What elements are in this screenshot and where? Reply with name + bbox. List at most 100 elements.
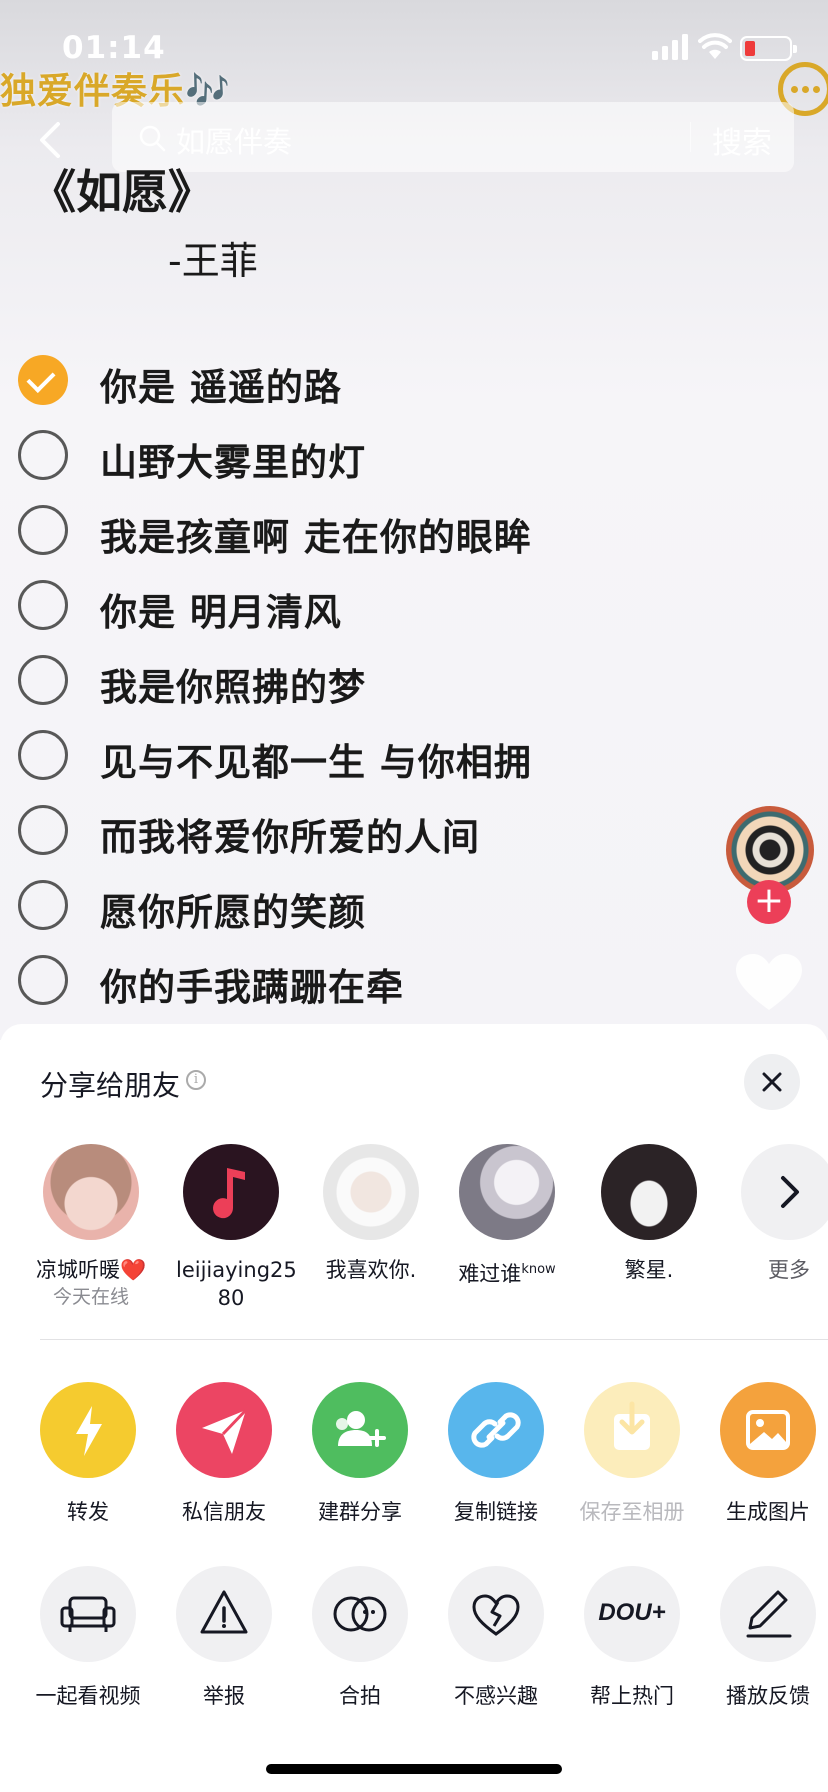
- unchecked-circle-icon: [18, 880, 68, 930]
- lyric-text: 见与不见都一生 与你相拥: [100, 741, 532, 784]
- action-label: 建群分享: [318, 1500, 402, 1524]
- action-label: 复制链接: [454, 1500, 538, 1524]
- friend-item[interactable]: 我喜欢你.: [316, 1144, 426, 1284]
- close-icon[interactable]: [744, 1054, 800, 1110]
- action-label: 生成图片: [726, 1500, 810, 1524]
- artist-name: -王菲: [168, 239, 258, 283]
- video-background: 独爱伴奏乐🎶 如愿伴奏 搜索 《如愿》 -王菲 你是 遥遥的路 山野大雾里的灯 …: [0, 0, 828, 1040]
- action-label: 不感兴趣: [454, 1684, 538, 1708]
- direct-message-button[interactable]: 私信朋友: [164, 1382, 284, 1526]
- dou-plus-button[interactable]: DOU+ 帮上热门: [572, 1566, 692, 1710]
- lyric-line: 你的手我蹒跚在牵: [18, 949, 738, 1009]
- unchecked-circle-icon: [18, 505, 68, 555]
- friend-item[interactable]: leijiaying25 80: [176, 1144, 297, 1312]
- lyric-text: 我是孩童啊 走在你的眼眸: [100, 516, 532, 559]
- action-label: 播放反馈: [726, 1684, 810, 1708]
- friend-status: 今天在线: [52, 1286, 129, 1308]
- lyric-line: 你是 明月清风: [18, 574, 738, 634]
- action-label: 帮上热门: [590, 1684, 674, 1708]
- action-label: 私信朋友: [182, 1500, 266, 1524]
- generate-image-button[interactable]: 生成图片: [708, 1382, 828, 1526]
- edit-icon: [720, 1566, 816, 1662]
- search-icon: [139, 125, 166, 152]
- search-placeholder: 如愿伴奏: [176, 125, 293, 159]
- lyric-text: 我是你照拂的梦: [100, 666, 366, 709]
- status-time: 01:14: [62, 30, 166, 66]
- like-heart-icon[interactable]: [734, 952, 804, 1014]
- group-add-icon: [312, 1382, 408, 1478]
- not-interested-button[interactable]: 不感兴趣: [436, 1566, 556, 1710]
- copy-link-button[interactable]: 复制链接: [436, 1382, 556, 1526]
- signal-icon: [652, 34, 688, 60]
- lyric-line: 你是 遥遥的路: [18, 349, 738, 409]
- more-friends-button[interactable]: 更多: [734, 1144, 828, 1284]
- link-icon: [448, 1382, 544, 1478]
- wifi-icon: [698, 33, 732, 59]
- unchecked-circle-icon: [18, 580, 68, 630]
- song-title: 《如愿》: [30, 165, 214, 219]
- divider: [40, 1339, 828, 1340]
- unchecked-circle-icon: [18, 655, 68, 705]
- friend-name-cont: 80: [217, 1286, 245, 1310]
- lyric-text: 山野大雾里的灯: [100, 441, 366, 484]
- friend-item[interactable]: 凉城听暖❤️ 今天在线: [36, 1144, 146, 1310]
- warning-icon: [176, 1566, 272, 1662]
- lyric-line: 我是孩童啊 走在你的眼眸: [18, 499, 738, 559]
- dou-plus-icon: DOU+: [584, 1566, 680, 1662]
- lyric-line: 山野大雾里的灯: [18, 424, 738, 484]
- friend-name: 繁星.: [624, 1258, 674, 1282]
- watch-together-button[interactable]: 一起看视频: [28, 1566, 148, 1710]
- status-bar: 01:14: [0, 0, 828, 90]
- action-label: 一起看视频: [35, 1684, 141, 1708]
- duet-icon: [312, 1566, 408, 1662]
- more-label: 更多: [768, 1258, 810, 1282]
- lightning-icon: [40, 1382, 136, 1478]
- forward-button[interactable]: 转发: [28, 1382, 148, 1526]
- battery-icon: [740, 36, 797, 61]
- duet-button[interactable]: 合拍: [300, 1566, 420, 1710]
- friend-item[interactable]: 难过谁know: [452, 1144, 562, 1288]
- lyric-text: 你是 明月清风: [100, 591, 342, 634]
- unchecked-circle-icon: [18, 730, 68, 780]
- friend-avatar: [183, 1144, 279, 1240]
- unchecked-circle-icon: [18, 805, 68, 855]
- friend-name: 凉城听暖❤️: [36, 1258, 147, 1282]
- send-icon: [176, 1382, 272, 1478]
- action-label: 合拍: [339, 1684, 381, 1708]
- image-icon: [720, 1382, 816, 1478]
- lyric-line: 我是你照拂的梦: [18, 649, 738, 709]
- search-bar[interactable]: 如愿伴奏 搜索: [112, 102, 794, 172]
- friend-avatar: [459, 1144, 555, 1240]
- dou-plus-icon-text: DOU+: [598, 1599, 666, 1626]
- lyric-line: 愿你所愿的笑颜: [18, 874, 738, 934]
- lyric-text: 你是 遥遥的路: [100, 366, 342, 409]
- report-button[interactable]: 举报: [164, 1566, 284, 1710]
- lyric-text: 愿你所愿的笑颜: [100, 891, 366, 934]
- home-indicator[interactable]: [266, 1764, 562, 1774]
- lyric-text: 你的手我蹒跚在牵: [100, 966, 404, 1009]
- lyric-line: 而我将爱你所爱的人间: [18, 799, 738, 859]
- lyric-line: 见与不见都一生 与你相拥: [18, 724, 738, 784]
- checked-circle-icon: [18, 355, 68, 405]
- sofa-icon: [40, 1566, 136, 1662]
- friend-avatar: [43, 1144, 139, 1240]
- download-icon: [584, 1382, 680, 1478]
- info-icon[interactable]: i: [186, 1070, 206, 1090]
- friend-avatar: [601, 1144, 697, 1240]
- chevron-right-icon: [741, 1144, 828, 1240]
- action-label: 举报: [203, 1684, 245, 1708]
- search-button[interactable]: 搜索: [712, 118, 772, 162]
- search-divider: [690, 122, 691, 152]
- group-share-button[interactable]: 建群分享: [300, 1382, 420, 1526]
- follow-plus-icon[interactable]: +: [747, 880, 791, 924]
- playback-feedback-button[interactable]: 播放反馈: [708, 1566, 828, 1710]
- save-to-album-button[interactable]: 保存至相册: [572, 1382, 692, 1526]
- friend-item[interactable]: 繁星.: [594, 1144, 704, 1284]
- action-label: 保存至相册: [579, 1500, 685, 1524]
- broken-heart-icon: [448, 1566, 544, 1662]
- friend-avatar: [323, 1144, 419, 1240]
- friend-name: 难过谁know: [458, 1262, 556, 1286]
- friend-name: leijiaying25: [176, 1258, 297, 1282]
- action-label: 转发: [67, 1500, 109, 1524]
- friend-name: 我喜欢你.: [325, 1258, 417, 1282]
